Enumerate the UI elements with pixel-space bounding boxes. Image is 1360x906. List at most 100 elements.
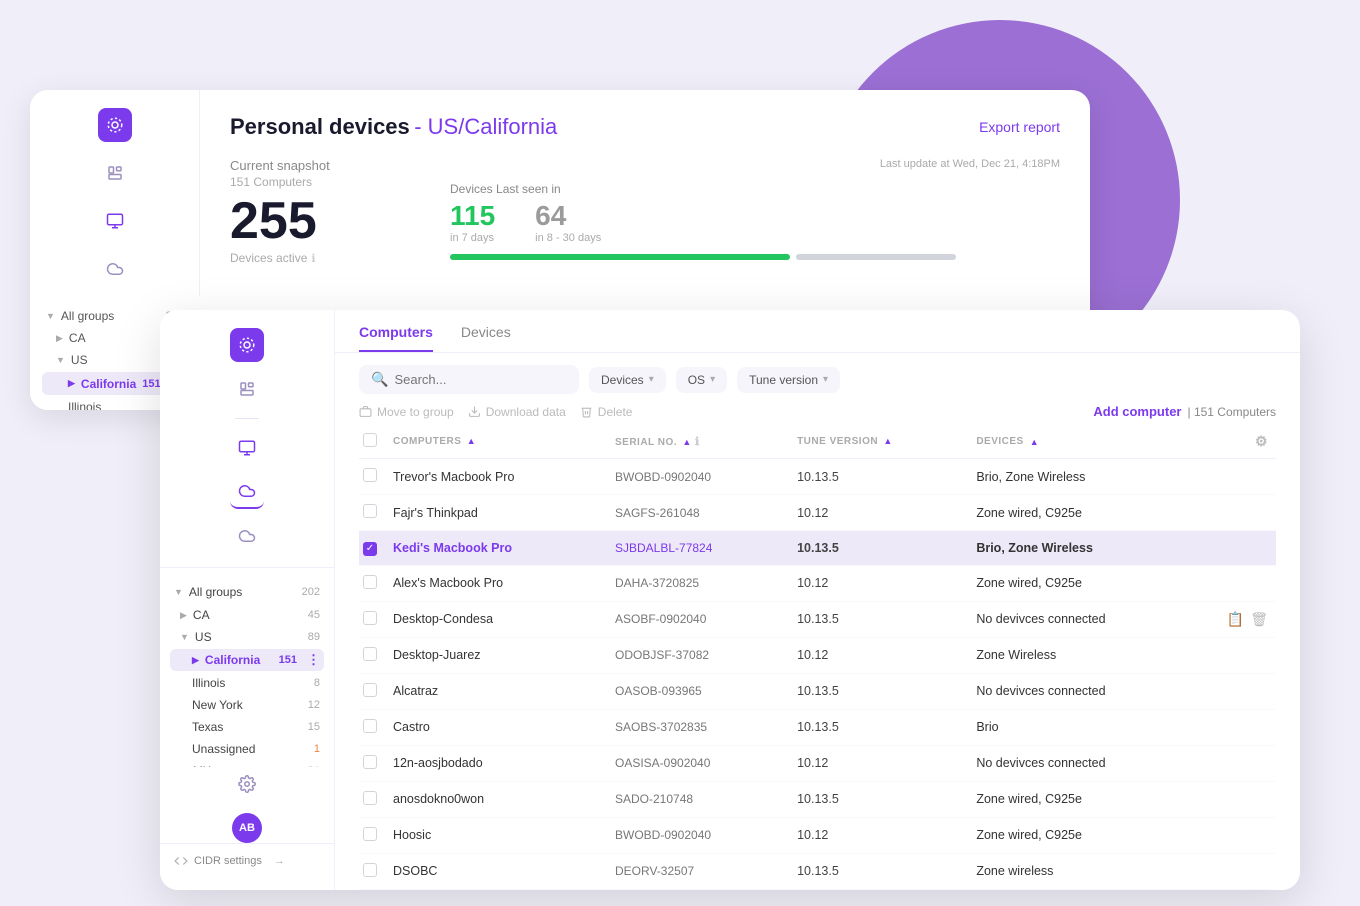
last-update: Last update at Wed, Dec 21, 4:18PM	[450, 158, 1060, 170]
sidebar-icon-cloud[interactable]	[98, 252, 132, 286]
table-row[interactable]: Alex's Macbook Pro DAHA-3720825 10.12 Zo…	[359, 565, 1276, 601]
row-checkbox-4[interactable]	[363, 575, 377, 589]
front-nav-ca[interactable]: ▶ CA 45	[170, 605, 324, 625]
table-row[interactable]: 12n-aosjbodado OASISA-0902040 10.12 No d…	[359, 745, 1276, 781]
col-computers: COMPUTERS	[393, 436, 461, 447]
tune-version-3: 10.13.5	[793, 531, 972, 566]
row-delete-icon[interactable]: 🗑	[1250, 611, 1268, 628]
row-checkbox-6[interactable]	[363, 647, 377, 661]
row-checkbox-2[interactable]	[363, 504, 377, 518]
serial-no-10: SADO-210748	[611, 781, 793, 817]
devices-12: Zone wireless	[972, 853, 1276, 889]
computer-name-7: Alcatraz	[389, 673, 611, 709]
info-icon[interactable]: ℹ	[311, 252, 315, 265]
search-icon: 🔍	[371, 371, 388, 388]
tune-version-1: 10.13.5	[793, 459, 972, 495]
tune-version-9: 10.12	[793, 745, 972, 781]
search-input[interactable]	[394, 372, 567, 387]
table-row[interactable]: Castro SAOBS-3702835 10.13.5 Brio	[359, 709, 1276, 745]
serial-no-4: DAHA-3720825	[611, 565, 793, 601]
front-nav-newyork[interactable]: New York 12	[170, 695, 324, 715]
front-nav-all-groups[interactable]: ▼ All groups 202	[170, 582, 324, 602]
download-data-btn: Download data	[468, 405, 566, 419]
front-sidebar-icon-settings[interactable]	[230, 767, 264, 801]
computer-name-2: Fajr's Thinkpad	[389, 495, 611, 531]
page-title: Personal devices	[230, 114, 410, 139]
snapshot-sub: 151 Computers	[230, 175, 390, 189]
front-nav-us[interactable]: ▼ US 89	[170, 627, 324, 647]
tab-computers[interactable]: Computers	[359, 324, 433, 352]
table-settings-icon[interactable]: ⚙	[1255, 433, 1268, 450]
devices-last-seen-label: Devices Last seen in	[450, 182, 1060, 196]
sidebar-icon-home[interactable]	[98, 108, 132, 142]
tab-devices[interactable]: Devices	[461, 324, 511, 352]
table-row[interactable]: anosdokno0won SADO-210748 10.13.5 Zone w…	[359, 781, 1276, 817]
row-edit-icon[interactable]: 📋	[1227, 611, 1244, 628]
chevron-down-icon: ▾	[649, 374, 654, 385]
front-sidebar-icon-cloud[interactable]	[230, 475, 264, 509]
row-checkbox-5[interactable]	[363, 611, 377, 625]
export-report-link[interactable]: Export report	[979, 119, 1060, 135]
computer-name-5: Desktop-Condesa	[389, 601, 611, 637]
sort-devices-icon[interactable]: ▲	[1030, 437, 1039, 447]
row-checkbox-11[interactable]	[363, 827, 377, 841]
front-nav-unassigned1[interactable]: Unassigned 1	[170, 739, 324, 759]
row-checkbox-9[interactable]	[363, 755, 377, 769]
add-computer-link[interactable]: Add computer	[1093, 404, 1181, 419]
table-row[interactable]: Desktop-Juarez ODOBJSF-37082 10.12 Zone …	[359, 637, 1276, 673]
filter-tune-btn[interactable]: Tune version ▾	[737, 367, 840, 393]
progress-bar-gray	[796, 254, 956, 260]
sidebar-icon-devices[interactable]	[98, 156, 132, 190]
chevron-down-icon: ▾	[823, 374, 828, 385]
serial-no-7: OASOB-093965	[611, 673, 793, 709]
row-checkbox-7[interactable]	[363, 683, 377, 697]
serial-info-icon[interactable]: ℹ	[695, 436, 700, 448]
row-checkbox-10[interactable]	[363, 791, 377, 805]
table-row[interactable]: Trevor's Macbook Pro BWOBD-0902040 10.13…	[359, 459, 1276, 495]
row-checkbox-1[interactable]	[363, 468, 377, 482]
front-sidebar-icon-monitor[interactable]	[230, 431, 264, 465]
table-row[interactable]: Alcatraz OASOB-093965 10.13.5 No devivce…	[359, 673, 1276, 709]
serial-no-12: DEORV-32507	[611, 853, 793, 889]
snapshot-label: Current snapshot	[230, 158, 390, 173]
filter-os-btn[interactable]: OS ▾	[676, 367, 727, 393]
snapshot-number: 255	[230, 195, 390, 247]
front-nav-illinois[interactable]: Illinois 8	[170, 673, 324, 693]
front-sidebar-icon-devices[interactable]	[230, 372, 264, 406]
table-row[interactable]: ✓ Kedi's Macbook Pro SJBDALBL-77824 10.1…	[359, 531, 1276, 566]
progress-bar-green	[450, 254, 790, 260]
tune-version-4: 10.12	[793, 565, 972, 601]
computer-name-11: Hoosic	[389, 817, 611, 853]
table-row[interactable]: Hoosic BWOBD-0902040 10.12 Zone wired, C…	[359, 817, 1276, 853]
search-box[interactable]: 🔍	[359, 365, 579, 394]
computer-name-9: 12n-aosjbodado	[389, 745, 611, 781]
front-sidebar-icon-home[interactable]	[230, 328, 264, 362]
front-nav-texas[interactable]: Texas 15	[170, 717, 324, 737]
table-row[interactable]: Desktop-Condesa ASOBF-0902040 10.13.5 No…	[359, 601, 1276, 637]
serial-no-6: ODOBJSF-37082	[611, 637, 793, 673]
page-subtitle: - US/California	[414, 114, 557, 139]
sort-computers-icon[interactable]: ▲	[467, 436, 476, 446]
table-row[interactable]: DSOBC DEORV-32507 10.13.5 Zone wireless	[359, 853, 1276, 889]
row-checkbox-8[interactable]	[363, 719, 377, 733]
sort-tune-icon[interactable]: ▲	[883, 436, 892, 446]
user-avatar[interactable]: AB	[232, 813, 262, 843]
front-nav-california[interactable]: ▶ California 151 ⋮	[170, 649, 324, 671]
cidr-settings[interactable]: CIDR settings →	[160, 843, 334, 878]
computer-name-10: anosdokno0won	[389, 781, 611, 817]
table-row[interactable]: Fajr's Thinkpad SAGFS-261048 10.12 Zone …	[359, 495, 1276, 531]
select-all-checkbox[interactable]	[363, 433, 377, 447]
computers-count: | 151 Computers	[1188, 405, 1277, 419]
computer-name-4: Alex's Macbook Pro	[389, 565, 611, 601]
front-sidebar-icon-cloud2[interactable]	[230, 519, 264, 553]
move-to-group-btn: Move to group	[359, 405, 454, 419]
tune-version-5: 10.13.5	[793, 601, 972, 637]
delete-btn: Delete	[580, 405, 633, 419]
row-checkbox-12[interactable]	[363, 863, 377, 877]
devices-7: No devivces connected	[972, 673, 1276, 709]
sort-serial-icon[interactable]: ▲	[682, 437, 691, 447]
sidebar-icon-monitor[interactable]	[98, 204, 132, 238]
filter-devices-btn[interactable]: Devices ▾	[589, 367, 666, 393]
front-nav-tree: ▼ All groups 202 ▶ CA 45 ▼ US 89 ▶ Calif…	[160, 578, 334, 767]
row-checkbox-3[interactable]: ✓	[363, 542, 377, 556]
